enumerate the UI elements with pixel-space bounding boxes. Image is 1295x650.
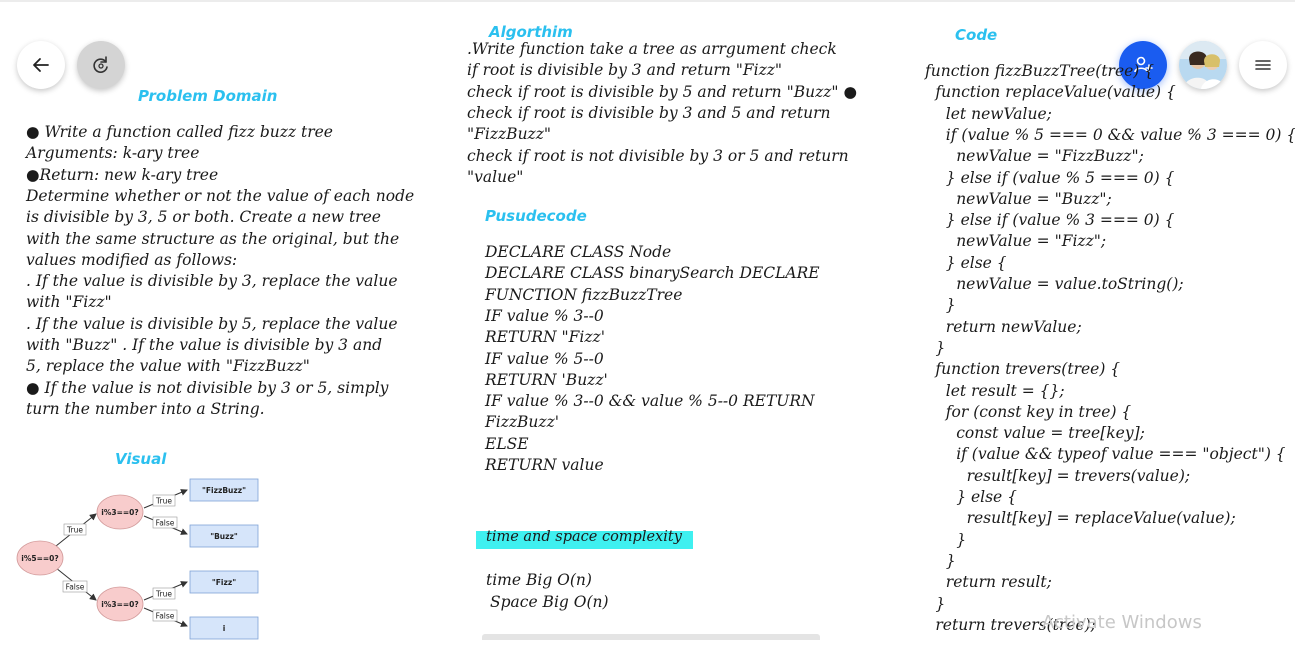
code-line: if (value && typeof value === "object") … (956, 445, 1286, 464)
code-line: newValue = "Fizz"; (956, 232, 1107, 251)
pseudocode-line: DECLARE CLASS binarySearch DECLARE (485, 264, 820, 283)
node-upper-label: i%3==0? (101, 508, 138, 517)
code-line: for (const key in tree) { (945, 402, 1132, 421)
code-line: if (value % 5 === 0 && value % 3 === 0) … (945, 125, 1295, 144)
edge-label-upper-true: True (155, 497, 172, 506)
node-root-label: i%5==0? (21, 554, 58, 563)
problem-domain-line: is divisible by 3, 5 or both. Create a n… (26, 208, 381, 227)
code-line: newValue = "Buzz"; (956, 189, 1112, 208)
problem-domain-line: with "Buzz" . If the value is divisible … (26, 336, 383, 354)
pseudocode-line: RETURN value (485, 456, 604, 474)
code-line: } else if (value % 5 === 0) { (945, 168, 1175, 187)
leaf-fizz-label: "Fizz" (212, 578, 236, 587)
problem-domain-line: . If the value is divisible by 3, replac… (26, 272, 398, 291)
pseudocode-line: IF value % 5--0 (485, 349, 604, 368)
pseudocode-heading: Pusudecode (485, 207, 587, 225)
hamburger-menu-icon (1255, 60, 1271, 70)
activate-windows-watermark: Activate Windows (1042, 612, 1202, 633)
code-line: const value = tree[key]; (956, 424, 1145, 443)
code-line: } (935, 594, 946, 613)
code-line: } (945, 551, 956, 570)
code-heading: Code (955, 26, 998, 44)
edge-label-upper-false: False (156, 519, 175, 528)
pseudocode-line: RETURN 'Buzz' (485, 370, 608, 389)
code-line: function trevers(tree) { (935, 360, 1121, 379)
problem-domain-line: with "Fizz" (26, 293, 112, 312)
code-line: return result; (945, 573, 1052, 592)
algorithm-line: check if root is not divisible by 3 or 5… (467, 146, 849, 165)
algorithm-line: "value" (467, 167, 524, 186)
leaf-fizzbuzz-label: "FizzBuzz" (202, 486, 246, 495)
code-line: } (945, 296, 956, 315)
problem-domain-line: ● If the value is not divisible by 3 or … (26, 378, 389, 397)
code-line: result[key] = replaceValue(value); (966, 509, 1236, 528)
user-avatar[interactable] (1179, 41, 1227, 89)
algorithm-heading: Algorthim (489, 23, 573, 41)
node-lower-label: i%3==0? (101, 600, 138, 609)
arrow-left-icon (33, 58, 49, 72)
edge-label-root-false: False (66, 583, 85, 592)
problem-domain-line: Determine whether or not the value of ea… (26, 186, 415, 205)
avatar-image (1179, 41, 1227, 89)
algorithm-line: .Write function take a tree as arrgument… (467, 40, 837, 58)
code-line: let result = {}; (945, 381, 1065, 400)
algorithm-line: if root is divisible by 3 and return "Fi… (467, 61, 783, 80)
code-line: result[key] = trevers(value); (966, 466, 1191, 485)
problem-domain-line: ●Return: new k-ary tree (26, 165, 219, 184)
code-line: function fizzBuzzTree(tree) { (925, 62, 1155, 80)
code-line: } (935, 338, 946, 357)
code-line: return newValue; (945, 317, 1082, 336)
pseudocode-line: ELSE (485, 434, 529, 453)
pseudocode-line: IF value % 3--0 (485, 306, 604, 325)
pseudocode-line: FizzBuzz' (485, 413, 560, 432)
code-line: newValue = "FizzBuzz"; (956, 147, 1144, 166)
leaf-buzz-label: "Buzz" (210, 532, 238, 541)
complexity-space: Space Big O(n) (490, 593, 609, 611)
problem-domain-line: turn the number into a String. (26, 399, 265, 418)
pseudocode-line: FUNCTION fizzBuzzTree (485, 285, 683, 304)
code-line: } (956, 530, 967, 549)
menu-button[interactable] (1239, 41, 1287, 89)
visual-heading: Visual (115, 450, 167, 468)
bottom-scroll-bar[interactable] (482, 634, 820, 640)
redo-button[interactable] (77, 41, 125, 89)
code-line: let newValue; (945, 104, 1052, 123)
problem-domain-line: . If the value is divisible by 5, replac… (26, 314, 398, 333)
algorithm-line: "FizzBuzz" (467, 125, 552, 144)
edge-label-root-true: True (66, 526, 83, 535)
problem-domain-heading: Problem Domain (138, 87, 278, 105)
problem-domain-line: 5, replace the value with "FizzBuzz" (26, 357, 310, 376)
problem-domain-line: Arguments: k-ary tree (26, 144, 200, 163)
code-line: function replaceValue(value) { (935, 83, 1176, 102)
code-line: } else if (value % 3 === 0) { (945, 211, 1175, 230)
leaf-i-label: i (223, 624, 226, 633)
complexity-heading: time and space complexity (486, 529, 682, 545)
problem-domain-line: with the same structure as the original,… (26, 229, 400, 248)
code-line: } else { (956, 488, 1018, 506)
problem-domain-line: values modified as follows: (26, 250, 238, 269)
edge-label-lower-false: False (156, 612, 175, 621)
pseudocode-line: IF value % 3--0 && value % 5--0 RETURN (485, 392, 815, 411)
code-line: newValue = value.toString(); (956, 275, 1184, 293)
rotate-redo-icon (93, 56, 108, 73)
algorithm-line: check if root is divisible by 5 and retu… (467, 82, 858, 101)
top-border (0, 0, 1295, 2)
edge-label-lower-true: True (155, 590, 172, 599)
problem-domain-line: ● Write a function called fizz buzz tree (26, 123, 333, 141)
complexity-time: time Big O(n) (486, 571, 592, 589)
pseudocode-line: DECLARE CLASS Node (485, 243, 672, 261)
fizzbuzz-flowchart: True False True False True False i%5==0?… (16, 478, 259, 640)
code-line: } else { (945, 253, 1007, 272)
back-button[interactable] (17, 41, 65, 89)
pseudocode-line: RETURN "Fizz' (485, 328, 605, 347)
algorithm-line: check if root is divisible by 3 and 5 an… (467, 103, 831, 122)
